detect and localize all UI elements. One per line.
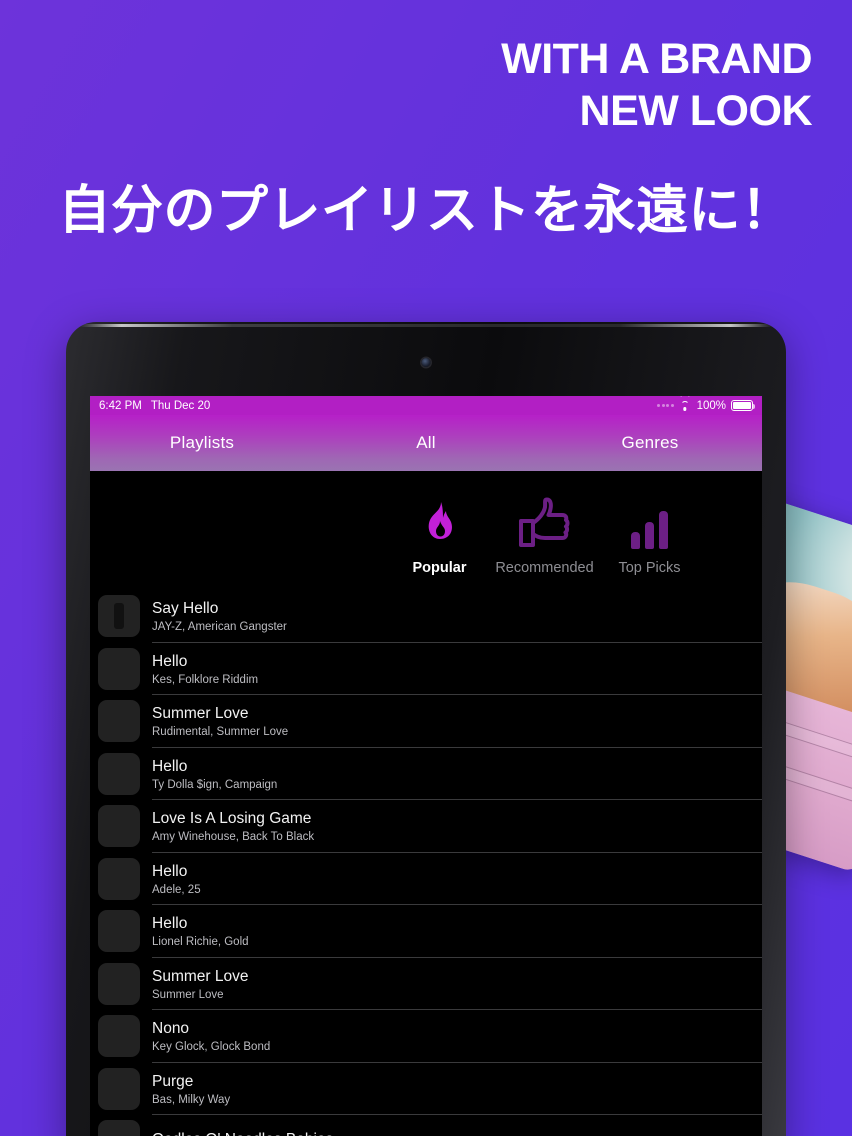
category-top-picks[interactable]: Top Picks: [597, 493, 702, 576]
track-subtitle: Ty Dolla $ign, Campaign: [152, 778, 278, 791]
track-subtitle: JAY-Z, American Gangster: [152, 621, 287, 634]
album-art: [98, 752, 140, 795]
promo-headline: WITH A BRAND NEW LOOK: [0, 35, 813, 136]
album-art: [98, 962, 140, 1005]
category-popular[interactable]: Popular: [387, 493, 492, 576]
album-art: [98, 1120, 140, 1136]
album-art: [98, 857, 140, 900]
signal-dots-icon: [657, 404, 674, 407]
tab-genres[interactable]: Genres: [538, 433, 762, 453]
track-subtitle: Rudimental, Summer Love: [152, 726, 289, 739]
track-subtitle: Adele, 25: [152, 883, 201, 896]
battery-percent-label: 100%: [696, 399, 726, 412]
album-art: [98, 1067, 140, 1110]
track-title: Say Hello: [152, 600, 219, 618]
track-row[interactable]: Purge Bas, Milky Way: [90, 1063, 762, 1116]
track-row[interactable]: Hello Adele, 25: [90, 853, 762, 906]
category-popular-label: Popular: [412, 560, 467, 576]
promo-subheadline: 自分のプレイリストを永遠に！: [58, 182, 794, 240]
track-row[interactable]: Love Is A Losing Game Amy Winehouse, Bac…: [90, 800, 762, 853]
album-art: [98, 1015, 140, 1058]
album-art: [98, 910, 140, 953]
track-subtitle: Key Glock, Glock Bond: [152, 1041, 271, 1054]
tablet-screen: 6:42 PM Thu Dec 20 100% Playlists All Ge…: [90, 396, 762, 1136]
track-row[interactable]: Summer Love Rudimental, Summer Love: [90, 695, 762, 748]
track-subtitle: Lionel Richie, Gold: [152, 936, 249, 949]
wifi-icon: [679, 400, 692, 411]
track-row[interactable]: Nono Key Glock, Glock Bond: [90, 1010, 762, 1063]
album-art: [98, 647, 140, 690]
category-recommended[interactable]: Recommended: [492, 493, 597, 576]
track-row[interactable]: Oodles O' Noodles Babies: [90, 1115, 762, 1136]
track-subtitle: Amy Winehouse, Back To Black: [152, 831, 315, 844]
album-art: [98, 805, 140, 848]
category-top-picks-label: Top Picks: [618, 560, 681, 576]
track-row[interactable]: Hello Kes, Folklore Riddim: [90, 643, 762, 696]
album-art: [98, 595, 140, 638]
album-art: [98, 700, 140, 743]
track-title: Nono: [152, 1020, 190, 1038]
tab-playlists[interactable]: Playlists: [90, 433, 314, 453]
track-title: Summer Love: [152, 705, 249, 723]
bar-chart-icon: [597, 493, 702, 549]
track-title: Hello: [152, 915, 188, 933]
track-title: Oodles O' Noodles Babies: [152, 1130, 752, 1136]
track-title: Purge: [152, 1072, 194, 1090]
track-row[interactable]: Hello Ty Dolla $ign, Campaign: [90, 748, 762, 801]
track-title: Hello: [152, 757, 188, 775]
battery-full-icon: [731, 400, 755, 411]
tablet-device: 6:42 PM Thu Dec 20 100% Playlists All Ge…: [66, 322, 786, 1136]
tab-bar: Playlists All Genres: [90, 415, 762, 471]
track-title: Love Is A Losing Game: [152, 810, 312, 828]
track-row[interactable]: Hello Lionel Richie, Gold: [90, 905, 762, 958]
promo-headline-line1: WITH A BRAND: [501, 35, 812, 83]
category-recommended-label: Recommended: [495, 560, 594, 576]
track-list: Say Hello JAY-Z, American Gangster Hello…: [90, 590, 762, 1136]
track-subtitle: Summer Love: [152, 988, 224, 1001]
track-row[interactable]: Say Hello JAY-Z, American Gangster: [90, 590, 762, 643]
track-subtitle: Kes, Folklore Riddim: [152, 673, 259, 686]
track-title: Summer Love: [152, 967, 249, 985]
category-selector: Popular Recommended Top Picks: [90, 471, 762, 590]
track-subtitle: Bas, Milky Way: [152, 1093, 231, 1106]
status-bar-time: 6:42 PM: [99, 399, 142, 412]
tab-all[interactable]: All: [314, 433, 538, 453]
flame-icon: [387, 493, 492, 549]
status-bar: 6:42 PM Thu Dec 20 100%: [90, 396, 762, 415]
thumbs-up-icon: [492, 493, 597, 549]
status-bar-date: Thu Dec 20: [150, 399, 211, 412]
front-camera-icon: [421, 358, 431, 367]
track-title: Hello: [152, 652, 188, 670]
promo-headline-line2: NEW LOOK: [579, 87, 813, 136]
track-row[interactable]: Summer Love Summer Love: [90, 958, 762, 1011]
track-title: Hello: [152, 862, 188, 880]
